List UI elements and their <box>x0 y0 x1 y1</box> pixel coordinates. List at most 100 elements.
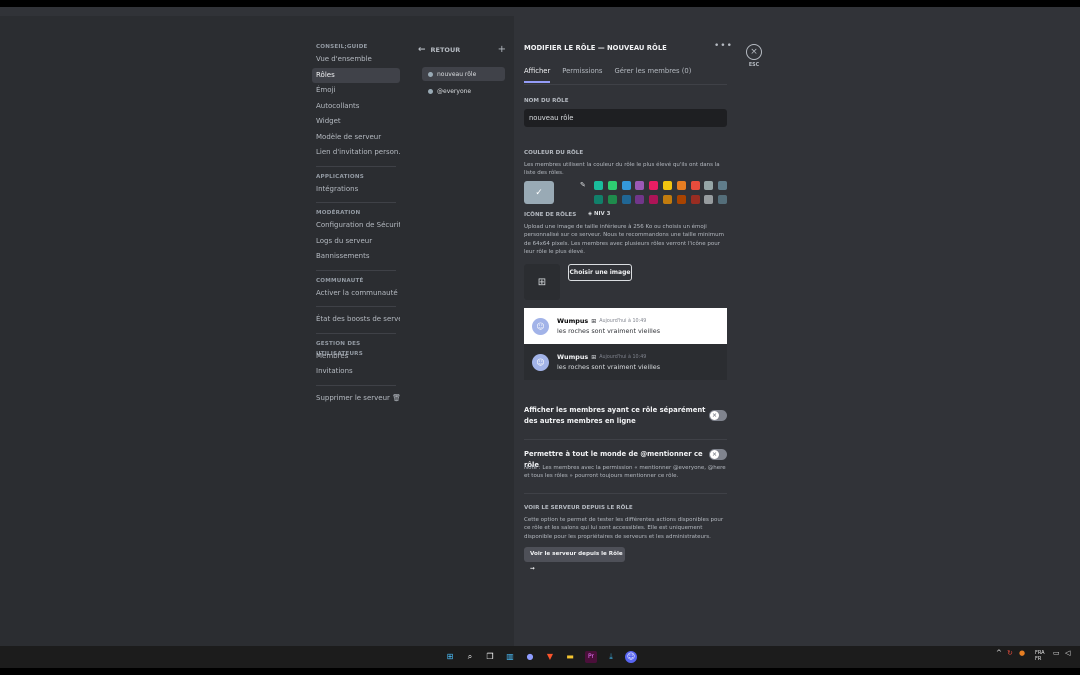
color-swatch[interactable] <box>690 195 700 204</box>
color-swatch[interactable] <box>718 195 728 204</box>
brave-browser-icon[interactable]: ▼ <box>544 651 556 663</box>
tab-manage-members[interactable]: Gérer les membres (0) <box>614 67 691 83</box>
sync-icon[interactable]: ↻ <box>1007 650 1013 657</box>
download-icon[interactable]: ⤓ <box>605 651 617 663</box>
sidebar-item[interactable]: Vue d'ensemble <box>312 52 400 68</box>
color-swatch[interactable] <box>621 195 631 204</box>
role-icon-description: Upload une image de taille inférieure à … <box>524 224 724 255</box>
sidebar-item[interactable]: État des boosts de serveur <box>312 312 400 328</box>
eyedropper-icon[interactable]: ✎ <box>580 181 586 189</box>
display-icon[interactable]: ▭ <box>1053 650 1060 657</box>
task-view-icon[interactable]: ❐ <box>484 651 496 663</box>
color-swatch[interactable] <box>690 181 700 190</box>
avatar: ☺ <box>532 317 549 335</box>
close-settings[interactable]: × ESC <box>744 44 764 68</box>
boost-level-badge: ◈ NIV 3 <box>588 211 611 217</box>
role-name-input[interactable]: nouveau rôle <box>524 109 727 127</box>
sidebar-item[interactable]: Configuration de Sécurité <box>312 218 400 234</box>
sidebar-divider <box>316 165 396 167</box>
mentionable-toggle[interactable]: × <box>709 449 727 460</box>
arrow-left-icon[interactable]: ← <box>418 45 426 55</box>
more-options-icon[interactable]: ••• <box>714 41 733 51</box>
chevron-up-icon[interactable]: ^ <box>996 650 1002 657</box>
add-image-icon: ⊞ <box>537 276 547 288</box>
settings-sidebar: CONSEIL;GUIDE Vue d'ensemble Rôles Émoji Aut… <box>0 16 406 646</box>
sidebar-item[interactable]: Widget <box>312 114 400 130</box>
microphone-icon[interactable]: ● <box>1019 650 1025 657</box>
role-item-label: nouveau rôle <box>437 70 477 78</box>
default-color-swatch[interactable]: ✓ <box>524 181 554 204</box>
sidebar-item[interactable]: Autocollants <box>312 99 400 115</box>
color-swatch[interactable] <box>621 181 631 190</box>
check-icon: ✓ <box>535 187 543 198</box>
tabs-divider <box>524 84 727 85</box>
add-role-icon[interactable]: + <box>498 44 506 55</box>
message-timestamp: Aujourd'hui à 10:49 <box>599 318 647 324</box>
choose-image-button[interactable]: Choisir une image <box>568 264 632 281</box>
role-color-description: Les membres utilisent la couleur du rôle… <box>524 162 720 177</box>
search-icon[interactable]: ⌕ <box>464 651 476 663</box>
color-swatch[interactable] <box>607 195 617 204</box>
premiere-icon[interactable]: Pr <box>585 651 597 663</box>
display-separately-label: Afficher les membres ayant ce rôle sépar… <box>524 406 706 425</box>
page-title: MODIFIER LE RÔLE — NOUVEAU RÔLE <box>524 44 667 52</box>
trash-icon: 🗑 <box>389 393 400 402</box>
widgets-icon[interactable]: ▥ <box>504 651 516 663</box>
color-swatch[interactable] <box>704 195 714 204</box>
color-swatch[interactable] <box>676 195 686 204</box>
close-icon[interactable]: × <box>746 44 762 60</box>
windows-start-icon[interactable]: ⊞ <box>444 651 456 663</box>
sidebar-item[interactable]: Logs du serveur <box>312 234 400 250</box>
divider <box>524 439 727 440</box>
sidebar-item[interactable]: Intégrations <box>312 182 400 198</box>
role-color-label: COULEUR DU RÔLE <box>524 150 584 156</box>
message-author: Wumpus <box>557 353 589 361</box>
role-list-column: ← RETOUR + nouveau rôle @everyone <box>406 16 514 646</box>
color-swatch[interactable] <box>676 181 686 190</box>
settings-nav: CONSEIL;GUIDE Vue d'ensemble Rôles Émoji Aut… <box>312 42 402 406</box>
color-swatch[interactable] <box>718 181 728 190</box>
volume-icon[interactable]: ◁ <box>1065 650 1070 657</box>
sidebar-item[interactable]: Modèle de serveur <box>312 130 400 146</box>
display-separately-toggle[interactable]: × <box>709 410 727 421</box>
sidebar-item[interactable]: Émoji <box>312 83 400 99</box>
role-color-dot <box>428 71 433 77</box>
file-explorer-icon[interactable]: ▬ <box>564 651 576 663</box>
back-button[interactable]: RETOUR <box>431 46 461 54</box>
sidebar-item[interactable]: Lien d'invitation person... <box>312 145 400 161</box>
color-swatch[interactable] <box>663 181 672 190</box>
color-swatch[interactable] <box>594 195 603 204</box>
sidebar-item[interactable]: Bannissements <box>312 249 400 265</box>
chat-icon[interactable]: ● <box>524 651 536 663</box>
esc-label: ESC <box>748 63 760 68</box>
color-swatch[interactable] <box>704 181 714 190</box>
view-as-role-description: Cette option te permet de tester les dif… <box>524 517 724 540</box>
tab-permissions[interactable]: Permissions <box>562 67 602 83</box>
sidebar-item[interactable]: Invitations <box>312 364 400 380</box>
role-item-nouveau-role[interactable]: nouveau rôle <box>422 67 505 81</box>
color-swatch[interactable] <box>649 181 659 190</box>
sidebar-item[interactable]: Rôles <box>312 67 400 83</box>
color-swatch[interactable] <box>649 195 659 204</box>
role-item-everyone[interactable]: @everyone <box>422 84 505 98</box>
sidebar-section-title: COMMUNAUTÉ <box>316 277 364 284</box>
avatar: ☺ <box>532 353 549 371</box>
view-as-role-button[interactable]: Voir le serveur depuis le Rôle → <box>524 547 625 572</box>
role-name-label: NOM DU RÔLE <box>524 98 569 104</box>
close-icon: × <box>710 411 719 420</box>
role-icon-upload[interactable]: ⊞ <box>524 264 560 300</box>
role-tabs: Afficher Permissions Gérer les membres (… <box>524 67 703 83</box>
color-swatch[interactable] <box>635 195 645 204</box>
message-preview-dark: ☺ Wumpus ⊞ Aujourd'hui à 10:49 les roche… <box>524 344 727 380</box>
tab-afficher[interactable]: Afficher <box>524 67 551 83</box>
color-swatch[interactable] <box>607 181 617 190</box>
sidebar-divider <box>316 269 396 271</box>
delete-server-button[interactable]: Supprimer le serveur 🗑 <box>312 391 400 407</box>
discord-icon[interactable]: ☺ <box>625 651 637 663</box>
color-swatch[interactable] <box>594 181 603 190</box>
color-swatch[interactable] <box>663 195 672 204</box>
language-indicator[interactable]: FRA FR <box>1035 650 1045 662</box>
sidebar-item[interactable]: Activer la communauté <box>312 286 400 302</box>
view-as-role-label: VOIR LE SERVEUR DEPUIS LE RÔLE <box>524 505 633 511</box>
color-swatch[interactable] <box>635 181 645 190</box>
